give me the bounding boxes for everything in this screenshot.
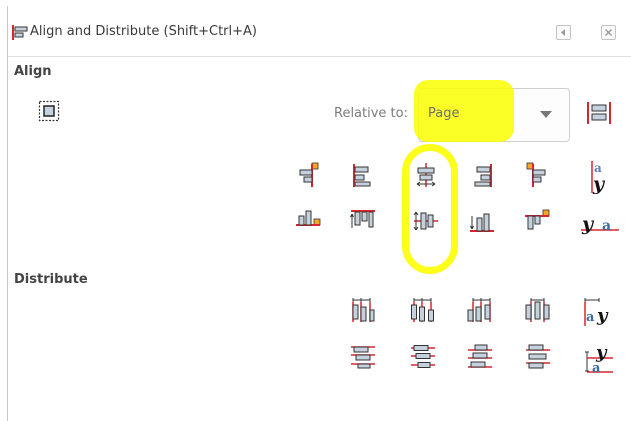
align-bottom-edges-to-top-anchor-icon[interactable]	[295, 208, 321, 234]
yellow-circle-marker	[402, 144, 458, 274]
relative-to-value: Page	[428, 106, 460, 121]
align-top-edges-to-bottom-anchor-icon[interactable]	[524, 208, 550, 234]
distribute-gaps-vertically-icon[interactable]	[525, 344, 551, 370]
close-icon[interactable]	[601, 25, 616, 40]
distribute-letter-y: y	[596, 305, 609, 326]
align-baseline-vertically-icon[interactable]: a y	[586, 160, 610, 195]
distribute-section-label: Distribute	[14, 272, 88, 287]
distribute-baselines-vertically-icon[interactable]: y a	[584, 342, 614, 376]
distribute-top-edges-icon[interactable]	[350, 344, 376, 370]
baseline-letter-y-horizontal: y	[581, 213, 595, 235]
distribute-letter-a-vertical: a	[592, 361, 601, 375]
distribute-left-edges-icon[interactable]	[350, 297, 376, 323]
align-left-edges-icon[interactable]	[350, 162, 376, 188]
distribute-gaps-horizontally-icon[interactable]	[525, 297, 551, 323]
align-distribute-icon	[11, 24, 29, 41]
treat-selection-as-group-icon[interactable]	[38, 100, 60, 122]
title-separator	[8, 56, 631, 57]
collapse-icon[interactable]	[556, 25, 571, 40]
move-objects-as-group-icon[interactable]	[586, 100, 612, 126]
distribute-right-edges-icon[interactable]	[467, 297, 493, 323]
align-section-label: Align	[14, 64, 52, 79]
distribute-letter-a: a	[586, 310, 595, 325]
align-right-edges-to-left-anchor-icon[interactable]	[295, 162, 321, 188]
distribute-centers-horizontally-icon[interactable]	[410, 297, 436, 323]
distribute-bottom-edges-icon[interactable]	[467, 344, 493, 370]
distribute-baselines-horizontally-icon[interactable]: a y	[582, 297, 612, 327]
panel-left-border	[7, 6, 8, 421]
align-top-edges-icon[interactable]	[350, 208, 376, 234]
relative-to-label: Relative to:	[334, 106, 408, 121]
baseline-letter-a-horizontal: a	[602, 218, 611, 234]
dialog-title: Align and Distribute (Shift+Ctrl+A)	[30, 24, 257, 39]
chevron-down-icon	[540, 111, 552, 118]
align-right-sides-icon[interactable]	[469, 162, 495, 188]
align-bottom-edges-icon[interactable]	[469, 208, 495, 234]
align-left-edges-to-right-anchor-icon[interactable]	[524, 162, 550, 188]
distribute-letter-y-vertical: y	[595, 343, 608, 363]
baseline-letter-y: y	[592, 173, 606, 194]
distribute-centers-vertically-icon[interactable]	[410, 344, 436, 370]
align-baseline-horizontally-icon[interactable]: y a	[580, 210, 620, 236]
